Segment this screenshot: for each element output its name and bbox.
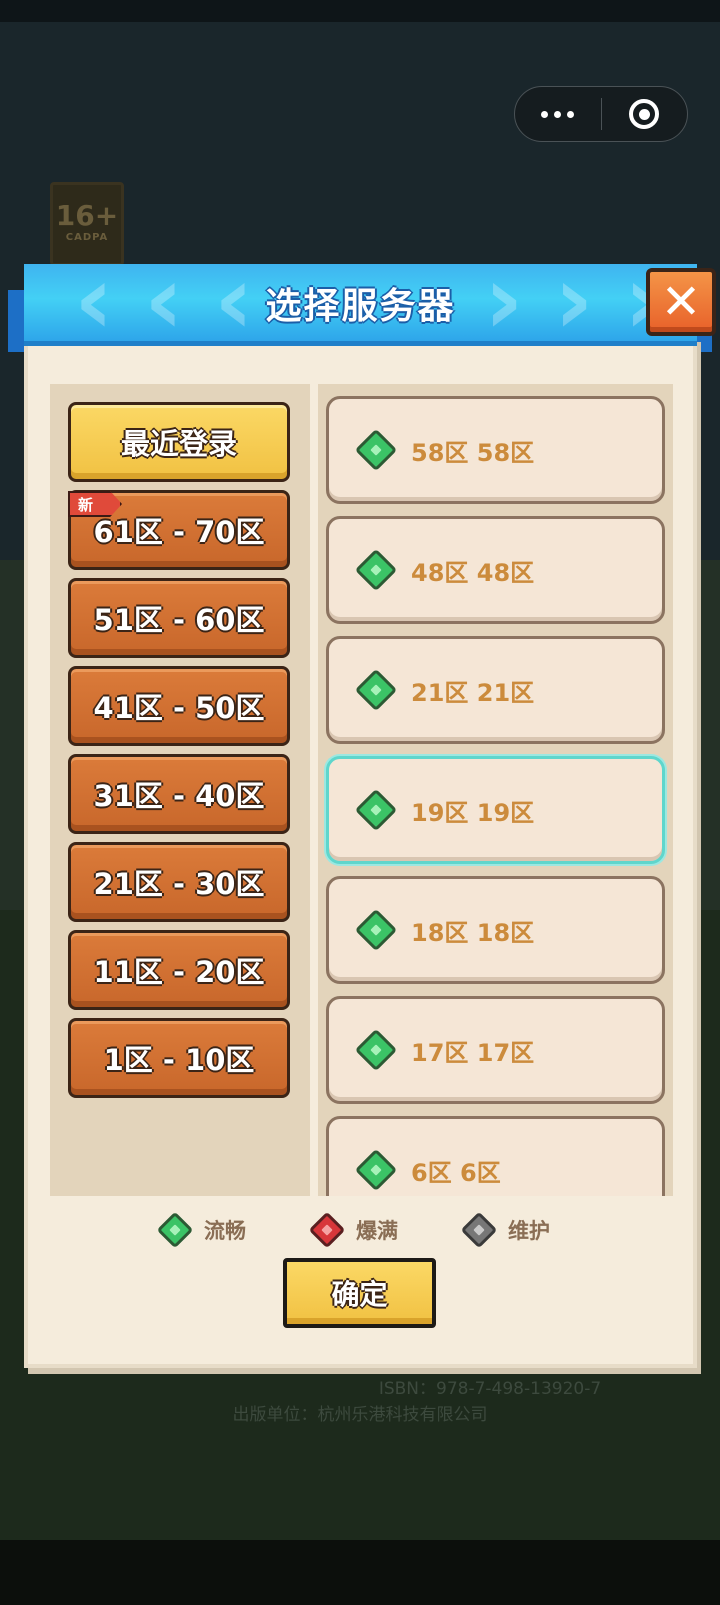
status-full-icon [308,1211,346,1249]
server-item[interactable]: 58区 58区 [326,396,665,504]
publisher-text: 出版单位：杭州乐港科技有限公司 [232,1405,488,1425]
category-label: 61区 - 70区 [93,515,265,549]
server-name: 21区 21区 [411,678,535,707]
server-item[interactable]: 48区 48区 [326,516,665,624]
server-item-selected[interactable]: 19区 19区 [326,756,665,864]
server-name: 6区 6区 [411,1158,501,1187]
chevron-right-icon: › [484,264,524,346]
category-recent-login[interactable]: 最近登录 [68,402,290,482]
status-smooth-icon [354,1028,398,1072]
more-button[interactable] [515,87,601,141]
exit-button[interactable] [602,87,688,141]
server-item[interactable]: 6区 6区 [326,1116,665,1196]
status-smooth-icon [354,788,398,832]
server-item[interactable]: 17区 17区 [326,996,665,1104]
category-11-20[interactable]: 11区 - 20区 [68,930,290,1010]
legend-smooth: 流畅 [156,1208,246,1252]
confirm-button[interactable]: 确定 [283,1258,436,1328]
category-21-30[interactable]: 21区 - 30区 [68,842,290,922]
legend-label: 流畅 [204,1219,246,1243]
category-51-60[interactable]: 51区 - 60区 [68,578,290,658]
age-rating-badge: 16+ CADPA [50,182,124,266]
legend-maintenance: 维护 [460,1208,550,1252]
category-1-10[interactable]: 1区 - 10区 [68,1018,290,1098]
status-smooth-icon [354,908,398,952]
dialog-title: 选择服务器 [265,285,456,327]
category-label: 1区 - 10区 [103,1043,255,1077]
server-list[interactable]: 58区 58区 48区 48区 21区 21区 19区 19区 18区 18区 … [318,384,673,1196]
server-name: 58区 58区 [411,438,535,467]
server-name: 48区 48区 [411,558,535,587]
category-label: 最近登录 [120,427,237,461]
category-label: 11区 - 20区 [93,955,265,989]
legend-label: 爆满 [356,1219,398,1243]
server-item[interactable]: 21区 21区 [326,636,665,744]
status-smooth-icon [354,668,398,712]
status-smooth-icon [354,1148,398,1192]
status-smooth-icon [354,428,398,472]
server-name: 18区 18区 [411,918,535,947]
more-dots-icon [541,110,575,118]
status-smooth-icon [156,1211,194,1249]
server-item[interactable]: 18区 18区 [326,876,665,984]
status-maintenance-icon [460,1211,498,1249]
close-icon: ✕ [660,274,702,330]
dialog-title-ribbon: ‹ ‹ ‹ › › › 选择服务器 [24,264,697,346]
chevron-right-icon: › [554,264,594,346]
legend-full: 爆满 [308,1208,398,1252]
status-smooth-icon [354,548,398,592]
chevron-left-icon: ‹ [144,264,184,346]
category-41-50[interactable]: 41区 - 50区 [68,666,290,746]
miniprogram-capsule [514,86,688,142]
category-label: 21区 - 30区 [93,867,265,901]
legend-label: 维护 [508,1219,550,1243]
close-button[interactable]: ✕ [646,268,716,336]
isbn-text: ISBN：978-7-498-13920-7 [378,1379,602,1399]
chevron-left-icon: ‹ [74,264,114,346]
category-label: 41区 - 50区 [93,691,265,725]
category-label: 31区 - 40区 [93,779,265,813]
age-rating-text: 16+ [55,199,119,232]
category-label: 51区 - 60区 [93,603,265,637]
category-31-40[interactable]: 31区 - 40区 [68,754,290,834]
server-name: 19区 19区 [411,798,535,827]
confirm-label: 确定 [331,1278,388,1311]
chevron-left-icon: ‹ [214,264,254,346]
server-name: 17区 17区 [411,1038,535,1067]
age-rating-sub: CADPA [65,232,109,243]
target-circle-icon [629,99,660,129]
